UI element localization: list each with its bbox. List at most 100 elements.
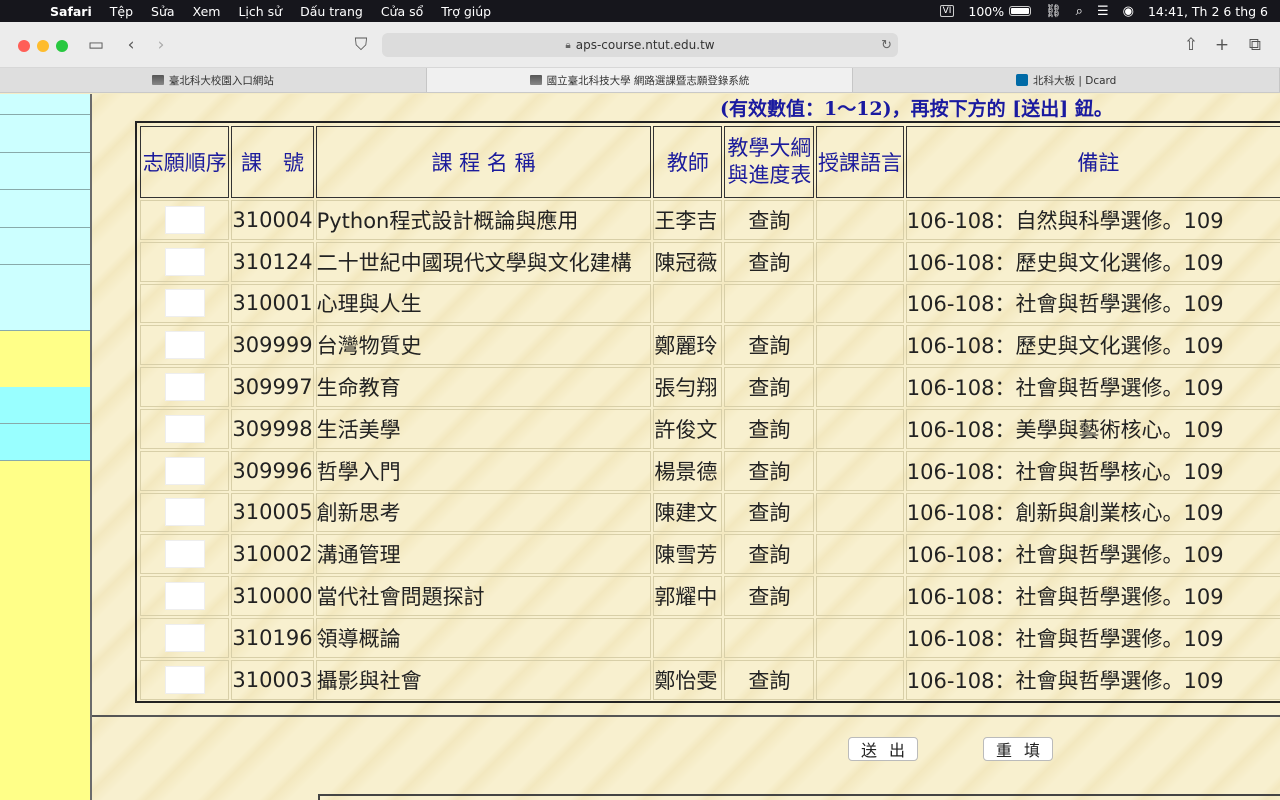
privacy-shield-icon[interactable]: ⛉ [350, 34, 372, 56]
teacher-cell: 陳雪芳 [653, 534, 723, 575]
menu-app[interactable]: Safari [50, 4, 101, 19]
order-input[interactable] [164, 414, 205, 443]
nav-cell[interactable] [0, 387, 90, 424]
left-nav-frame[interactable] [0, 94, 92, 800]
note-cell: 106-108：社會與哲學選修。109 [905, 659, 1280, 700]
nav-cell[interactable] [0, 190, 90, 228]
course-name-cell: 心理與人生 [315, 283, 652, 324]
note-cell: 106-108：自然與科學選修。109 [905, 200, 1280, 240]
tab-overview-icon[interactable]: ⧉ [1244, 34, 1266, 56]
header-code: 課 號 [231, 126, 314, 198]
menu-history[interactable]: Lịch sử [229, 4, 291, 19]
language-cell [816, 408, 904, 449]
share-icon[interactable]: ⇧ [1180, 34, 1202, 56]
order-cell [140, 617, 230, 658]
menu-view[interactable]: Xem [184, 4, 230, 19]
order-input[interactable] [164, 582, 205, 611]
syllabus-link[interactable]: 查詢 [724, 576, 815, 616]
header-teacher: 教師 [653, 126, 723, 198]
language-cell [816, 617, 904, 658]
language-cell [816, 283, 904, 324]
forward-icon[interactable]: › [150, 34, 172, 56]
order-input[interactable] [164, 289, 205, 318]
submit-button[interactable]: 送出 [848, 737, 918, 761]
nav-cell[interactable] [0, 424, 90, 461]
course-name-cell: 生命教育 [315, 367, 652, 407]
order-cell [140, 450, 230, 491]
menu-bookmarks[interactable]: Dấu trang [291, 4, 372, 19]
note-cell: 106-108：社會與哲學選修。109 [905, 283, 1280, 324]
order-cell [140, 408, 230, 449]
new-tab-icon[interactable]: + [1211, 34, 1233, 56]
order-cell [140, 325, 230, 366]
table-row: 309998 生活美學 許俊文 查詢 106-108：美學與藝術核心。109 [140, 408, 1280, 449]
syllabus-link[interactable]: 查詢 [724, 200, 815, 240]
siri-icon[interactable]: ◉ [1123, 4, 1134, 19]
tab-dcard[interactable]: 北科大板 | Dcard [853, 68, 1280, 92]
course-code-cell: 309998 [231, 408, 314, 449]
syllabus-link[interactable]: 查詢 [724, 241, 815, 282]
order-input[interactable] [164, 205, 205, 234]
note-cell: 106-108：歷史與文化選修。109 [905, 325, 1280, 366]
address-bar[interactable]: 🔒︎ aps-course.ntut.edu.tw ↻ [382, 33, 898, 57]
syllabus-link[interactable]: 查詢 [724, 325, 815, 366]
syllabus-link[interactable]: 查詢 [724, 492, 815, 533]
course-code-cell: 310124 [231, 241, 314, 282]
order-cell [140, 367, 230, 407]
course-name-cell: 領導概論 [315, 617, 652, 658]
syllabus-link[interactable]: 查詢 [724, 534, 815, 575]
menu-file[interactable]: Tệp [101, 4, 142, 19]
order-cell [140, 200, 230, 240]
teacher-cell [653, 617, 723, 658]
url-text: aps-course.ntut.edu.tw [575, 38, 715, 52]
tab-course-selection[interactable]: 國立臺北科技大學 網路選課暨志願登錄系統 [426, 68, 854, 92]
reset-button[interactable]: 重填 [983, 737, 1053, 761]
table-row: 310001 心理與人生 106-108：社會與哲學選修。109 [140, 283, 1280, 324]
header-order: 志願順序 [140, 126, 230, 198]
search-icon[interactable]: ⌕ [1076, 4, 1083, 19]
nav-cell[interactable] [0, 153, 90, 190]
nav-cell[interactable] [0, 115, 90, 153]
tab-campus-portal[interactable]: 臺北科大校園入口網站 [0, 68, 427, 92]
control-center-icon[interactable]: ☰ [1097, 4, 1109, 19]
menu-help[interactable]: Trợ giúp [432, 4, 500, 19]
syllabus-link[interactable]: 查詢 [724, 659, 815, 700]
note-cell: 106-108：社會與哲學選修。109 [905, 576, 1280, 616]
reload-icon[interactable]: ↻ [881, 38, 892, 53]
close-window-button[interactable] [18, 40, 30, 52]
order-input[interactable] [164, 623, 205, 652]
order-input[interactable] [164, 331, 205, 360]
menu-edit[interactable]: Sửa [142, 4, 184, 19]
order-input[interactable] [164, 540, 205, 569]
order-input[interactable] [164, 665, 205, 694]
minimize-window-button[interactable] [37, 40, 49, 52]
zoom-window-button[interactable] [56, 40, 68, 52]
nav-cell[interactable] [0, 265, 90, 331]
order-input[interactable] [164, 498, 205, 527]
syllabus-link[interactable]: 查詢 [724, 408, 815, 449]
nav-cell[interactable] [0, 94, 90, 115]
control-center-link-icon[interactable]: ⛓ [1045, 4, 1062, 19]
course-table: 志願順序 課 號 課 程 名 稱 教師 教學大綱 與進度表 授課語言 備註 31… [138, 124, 1280, 702]
syllabus-link[interactable]: 查詢 [724, 367, 815, 407]
syllabus-link[interactable]: 查詢 [724, 450, 815, 491]
browser-toolbar: ▭ ‹ › ⛉ 🔒︎ aps-course.ntut.edu.tw ↻ ⇧ + … [0, 22, 1280, 68]
clock[interactable]: 14:41, Th 2 6 thg 6 [1148, 4, 1268, 19]
back-icon[interactable]: ‹ [120, 34, 142, 56]
battery-status[interactable]: 100% [968, 4, 1032, 19]
lock-icon: 🔒︎ [565, 39, 571, 51]
sidebar-toggle-icon[interactable]: ▭ [85, 34, 107, 56]
course-name-cell: 哲學入門 [315, 450, 652, 491]
order-cell [140, 659, 230, 700]
order-input[interactable] [164, 247, 205, 276]
nav-cell[interactable] [0, 228, 90, 265]
course-code-cell: 309996 [231, 450, 314, 491]
input-source-icon[interactable]: VI [939, 5, 955, 17]
note-cell: 106-108：美學與藝術核心。109 [905, 408, 1280, 449]
course-code-cell: 310000 [231, 576, 314, 616]
table-row: 309996 哲學入門 楊景德 查詢 106-108：社會與哲學核心。109 [140, 450, 1280, 491]
order-input[interactable] [164, 456, 205, 485]
order-input[interactable] [164, 373, 205, 402]
language-cell [816, 367, 904, 407]
menu-window[interactable]: Cửa sổ [372, 4, 432, 19]
